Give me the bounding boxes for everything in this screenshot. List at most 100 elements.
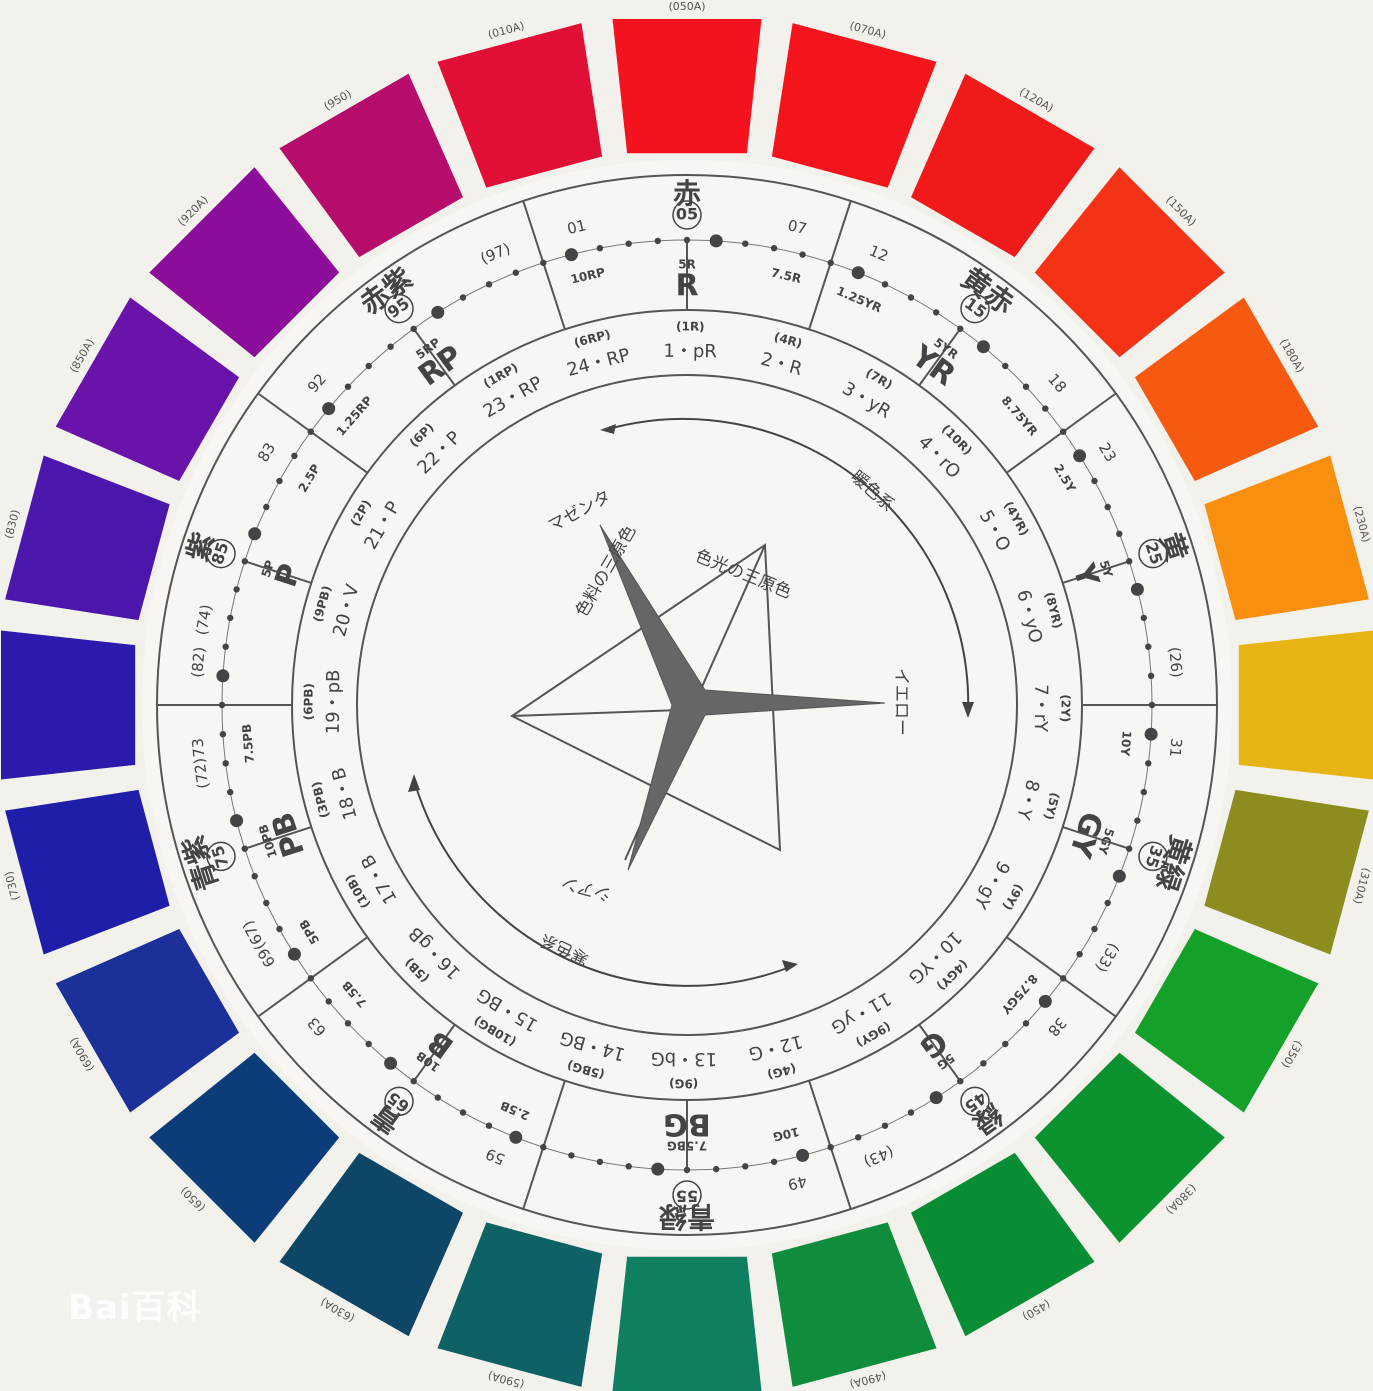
hue-dot-minor — [291, 452, 298, 459]
color-swatch — [1204, 455, 1369, 621]
hue-dot-minor — [227, 614, 234, 622]
swatch-code-label: (070A) — [848, 19, 887, 41]
hue-dot-minor — [1134, 817, 1141, 824]
pccs-main-label: 19・pB — [323, 669, 345, 734]
swatch-code-label: (050A) — [668, 0, 705, 13]
hue-dot-minor — [1076, 951, 1083, 958]
color-swatch — [437, 1222, 603, 1387]
hue-dot-minor — [957, 325, 964, 332]
hue-dot-major — [230, 814, 244, 828]
hue-dot-minor — [1140, 614, 1148, 622]
color-swatch — [771, 23, 937, 188]
color-swatch — [5, 455, 170, 621]
hue-dot-minor — [855, 1134, 862, 1141]
color-wheel-diagram: (050A)(070A)(120A)(150A)(180A)(230A)(260… — [1, 0, 1373, 1391]
hue-dot-major — [216, 669, 230, 683]
hue-dot-minor — [1091, 477, 1098, 485]
color-swatch — [1238, 630, 1373, 780]
hue-dot-minor — [512, 269, 519, 276]
hue-dot-minor — [365, 362, 372, 370]
hue-dot-minor — [1145, 643, 1152, 650]
hue-dot-minor — [227, 788, 234, 796]
hue-right-number: 73 — [189, 737, 209, 758]
hue-dot-minor — [241, 845, 248, 852]
hue-center-number: 05 — [676, 205, 698, 224]
hue-dot-major — [1130, 582, 1144, 596]
hue-dot-minor — [1091, 925, 1098, 933]
hue-dot-minor — [540, 259, 547, 266]
swatch-code-label: (310A) — [1351, 866, 1373, 905]
hue-dot-major — [564, 248, 578, 262]
yellow-label: イエロー — [891, 668, 911, 736]
hue-dot-major — [248, 527, 262, 541]
swatch-code-label: (230A) — [1351, 505, 1373, 544]
pccs-sub-label: (9G) — [669, 1076, 698, 1090]
hue-dot-minor — [1126, 845, 1133, 852]
hue-dot-minor — [459, 1109, 467, 1116]
hue-dot-minor — [1140, 788, 1148, 796]
color-swatch — [612, 19, 762, 154]
hue-dot-minor — [251, 873, 258, 880]
hue-dot-minor — [596, 1158, 604, 1166]
hue-dot-minor — [1042, 405, 1049, 412]
hue-dot-major — [1073, 449, 1087, 463]
hue-left-number: 31 — [1166, 737, 1186, 758]
hue-dot-minor — [307, 428, 314, 435]
hue-dot-minor — [263, 503, 270, 511]
hue-dot-minor — [276, 925, 283, 933]
hue-dot-minor — [1022, 383, 1030, 390]
hue-dot-major — [1144, 727, 1158, 741]
hue-dot-minor — [410, 1078, 417, 1085]
hue-dot-minor — [485, 1122, 493, 1129]
hue-dot-minor — [1116, 530, 1123, 537]
hue-right-number: (26) — [1165, 646, 1186, 678]
hue-dot-minor — [933, 309, 940, 316]
hue-dot-minor — [218, 701, 226, 709]
hue-dot-major — [976, 340, 990, 354]
hue-dot-minor — [1126, 558, 1133, 565]
hue-dot-minor — [410, 325, 417, 332]
hue-letter-label: BG — [663, 1107, 711, 1142]
hue-dot-minor — [907, 294, 915, 301]
pccs-sub-label: (1R) — [676, 319, 705, 333]
hue-dot-major — [651, 1162, 665, 1176]
hue-dot-minor — [387, 343, 394, 350]
hue-dot-minor — [263, 899, 270, 907]
hue-dot-minor — [799, 251, 806, 258]
hue-dot-minor — [344, 1020, 352, 1027]
hue-dot-minor — [770, 1158, 778, 1166]
color-swatch — [437, 23, 603, 188]
hue-dot-minor — [1002, 362, 1009, 370]
hue-letter-label: R — [675, 269, 698, 304]
pccs-sub-label: (6PB) — [301, 683, 315, 720]
hue-dot-minor — [1145, 760, 1152, 767]
hue-dot-minor — [625, 240, 632, 247]
hue-dot-minor — [276, 477, 283, 485]
hue-dot-minor — [1022, 1020, 1030, 1027]
hue-dot-minor — [1148, 701, 1156, 709]
hue-dot-minor — [1104, 503, 1111, 511]
color-swatch — [5, 789, 170, 955]
hue-dot-minor — [434, 1094, 441, 1101]
hue-dot-minor — [957, 1078, 964, 1085]
hue-dot-minor — [683, 236, 691, 244]
hue-dot-minor — [770, 245, 778, 252]
hue-dot-major — [851, 266, 865, 280]
hue-dot-minor — [881, 1122, 889, 1129]
hue-dot-major — [929, 1091, 943, 1105]
hue-dot-minor — [742, 240, 749, 247]
hue-dot-major — [509, 1130, 523, 1144]
hue-dot-minor — [365, 1040, 372, 1048]
hue-dot-minor — [568, 1152, 575, 1159]
hue-dot-minor — [742, 1163, 749, 1170]
hue-dot-major — [796, 1148, 810, 1162]
hue-dot-minor — [222, 760, 229, 767]
pccs-sub-label: (2Y) — [1058, 694, 1072, 722]
hue-dot-minor — [241, 558, 248, 565]
hue-dot-minor — [881, 281, 889, 288]
hue-dot-minor — [344, 383, 352, 390]
swatch-code-label: (590A) — [487, 1369, 526, 1391]
hue-dot-major — [1112, 869, 1126, 883]
hue-center-number: 55 — [676, 1187, 698, 1206]
hue-dot-major — [287, 947, 301, 961]
